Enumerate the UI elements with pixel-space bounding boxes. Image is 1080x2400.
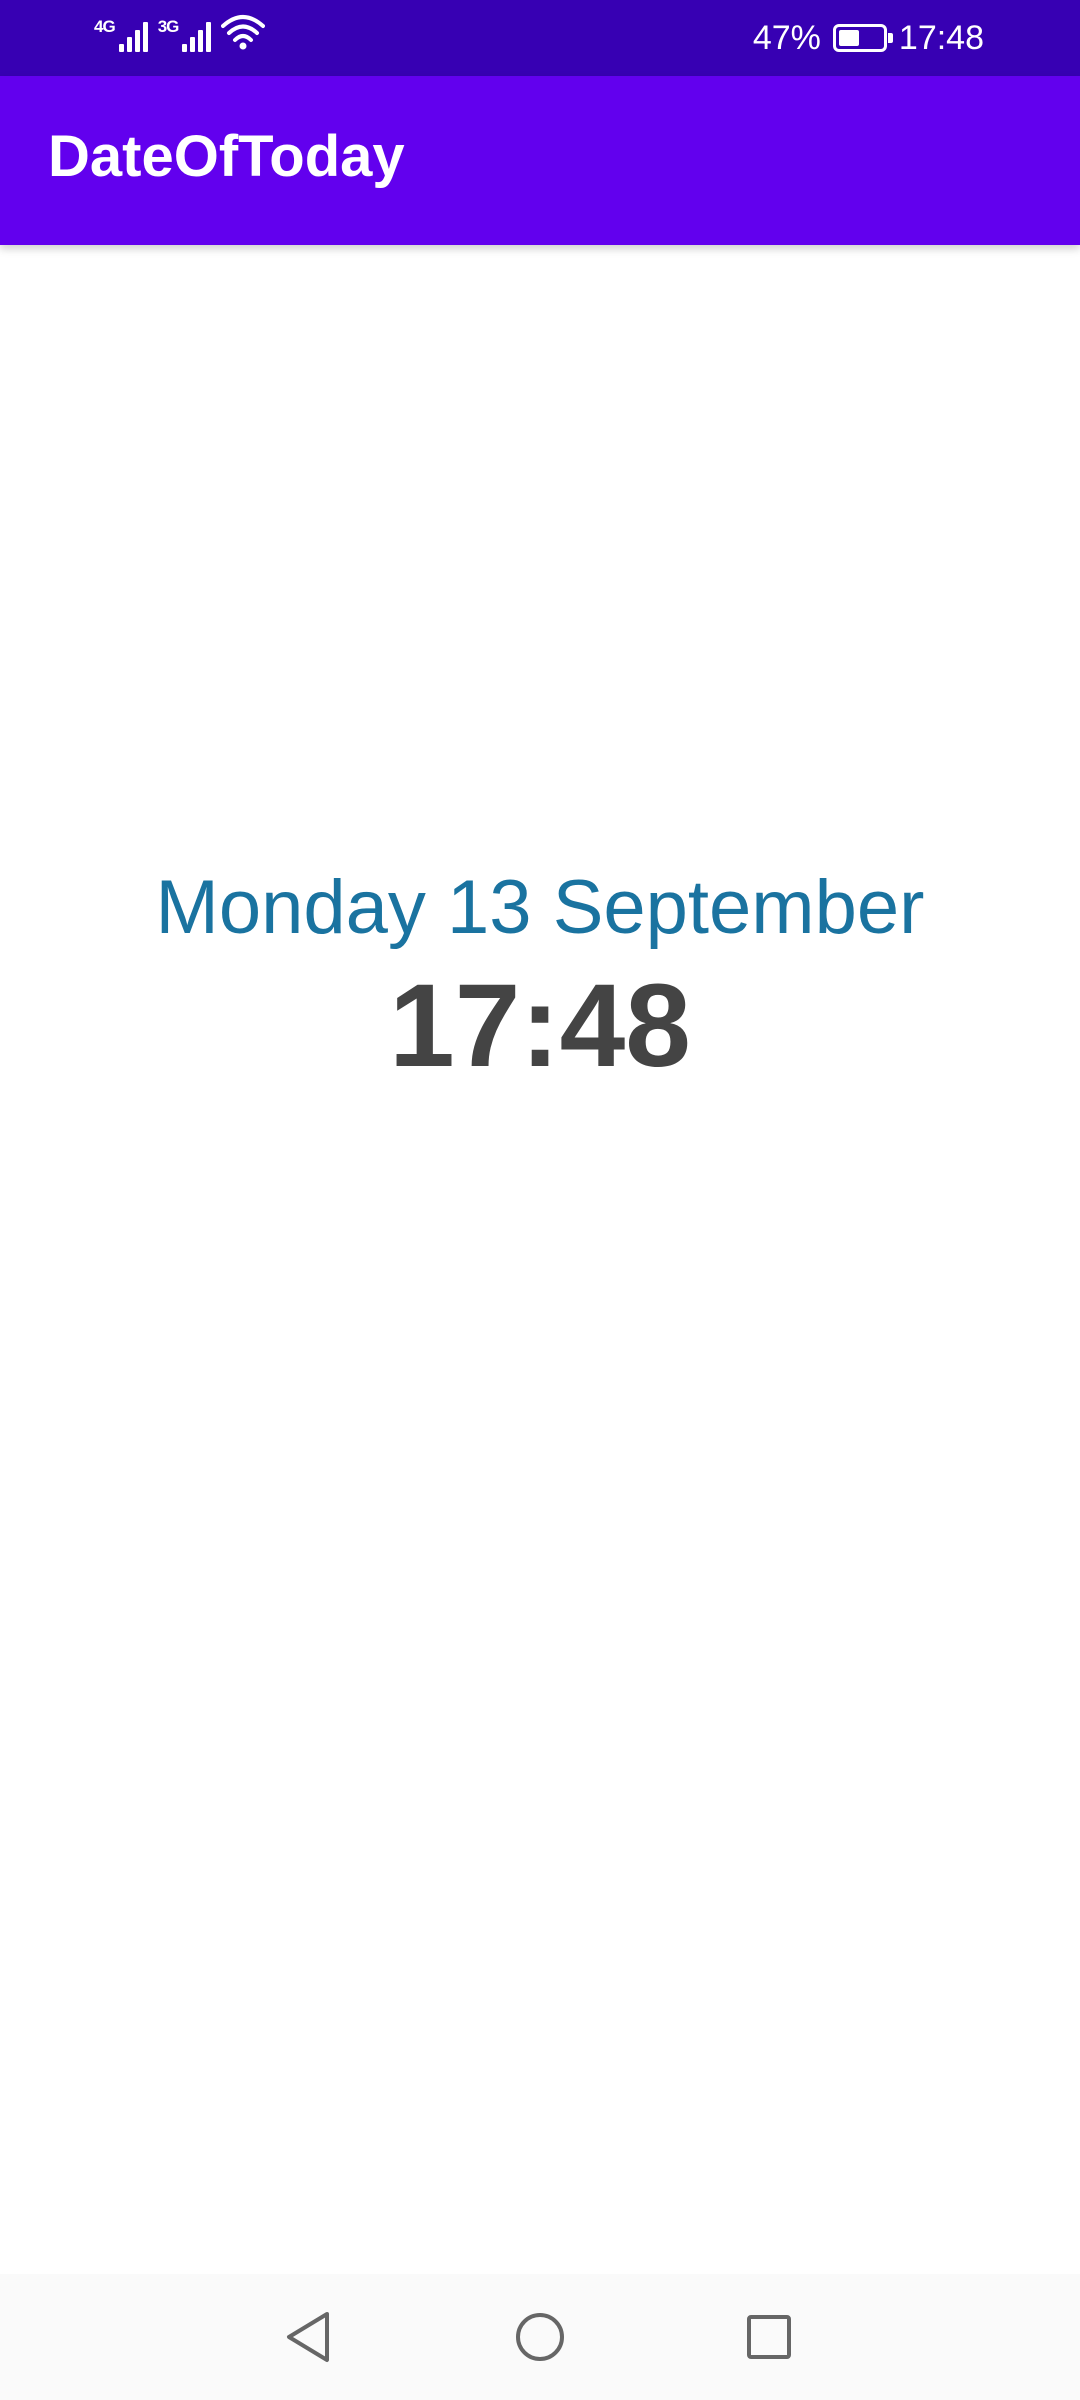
time-label: 17:48	[389, 960, 691, 1092]
signal-icon: 4G	[94, 18, 148, 52]
app-title: DateOfToday	[48, 124, 405, 189]
status-bar: 4G 3G 47% 17:48	[0, 0, 1080, 76]
status-time: 17:48	[898, 18, 984, 57]
back-icon[interactable]	[270, 2299, 346, 2375]
navigation-bar	[0, 2274, 1080, 2400]
app-bar: DateOfToday	[0, 76, 1080, 245]
network-type-label: 4G	[94, 16, 116, 36]
wifi-icon	[221, 14, 266, 55]
battery-fill	[838, 30, 859, 46]
battery-percent: 47%	[752, 18, 821, 57]
home-icon[interactable]	[502, 2299, 578, 2375]
network-type-label: 3G	[157, 16, 180, 36]
recents-icon[interactable]	[731, 2299, 807, 2375]
battery-icon	[832, 24, 893, 52]
signal-icon: 3G	[158, 18, 212, 52]
status-icons-left: 4G 3G	[94, 14, 266, 55]
status-icons-right: 47% 17:48	[753, 0, 984, 76]
date-label: Monday 13 September	[155, 865, 925, 950]
